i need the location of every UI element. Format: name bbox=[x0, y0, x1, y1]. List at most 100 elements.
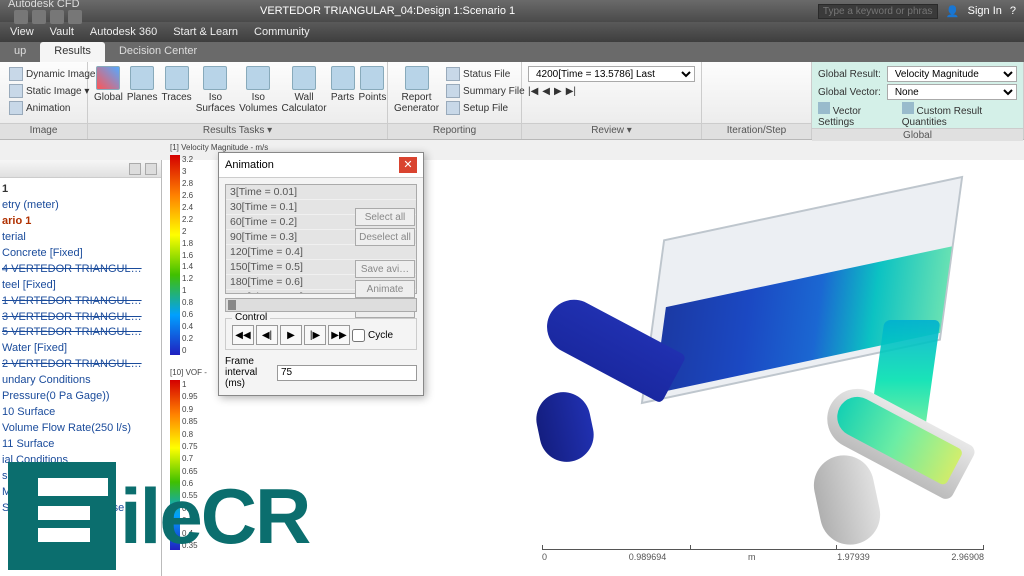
save-avi-button[interactable]: Save avi… bbox=[355, 260, 415, 278]
search-input[interactable] bbox=[818, 4, 938, 19]
animate-button[interactable]: Animate bbox=[355, 280, 415, 298]
quick-access-toolbar bbox=[14, 10, 260, 24]
watermark-logo bbox=[8, 462, 116, 570]
panel-label-review[interactable]: Review ▾ bbox=[522, 123, 701, 139]
control-group-label: Control bbox=[232, 312, 270, 323]
tree-design[interactable]: 1 bbox=[2, 182, 159, 198]
tree-item[interactable]: 4 VERTEDOR TRIANGUL… bbox=[2, 262, 159, 278]
play-button[interactable]: ▶ bbox=[280, 325, 302, 345]
tree-item[interactable]: 10 Surface bbox=[2, 405, 159, 421]
dynamic-image-btn[interactable]: Dynamic Image bbox=[6, 66, 98, 82]
tree-item[interactable]: 2 VERTEDOR TRIANGUL… bbox=[2, 357, 159, 373]
file-icon bbox=[446, 67, 460, 81]
menu-vault[interactable]: Vault bbox=[50, 26, 74, 38]
frame-interval-label: Frame interval (ms) bbox=[225, 356, 273, 389]
user-icon[interactable]: 👤 bbox=[946, 5, 960, 18]
vector-settings-btn[interactable]: Vector Settings bbox=[818, 102, 892, 128]
watermark: ileCR bbox=[8, 462, 309, 570]
panel-label-global: Global bbox=[812, 128, 1023, 141]
tree-geometry[interactable]: etry (meter) bbox=[2, 198, 159, 214]
panel-toolbar bbox=[0, 160, 161, 178]
global-vector-select[interactable]: None bbox=[887, 84, 1017, 100]
frame-interval-input[interactable] bbox=[277, 365, 417, 381]
timestep-select[interactable]: 4200[Time = 13.5786] Last bbox=[528, 66, 695, 82]
menu-community[interactable]: Community bbox=[254, 26, 310, 38]
close-icon[interactable] bbox=[145, 163, 157, 175]
ribbon: Dynamic Image Static Image ▾ Animation I… bbox=[0, 62, 1024, 140]
document-title: VERTEDOR TRIANGULAR_04:Design 1:Scenario… bbox=[260, 5, 818, 17]
image-icon bbox=[9, 67, 23, 81]
tree-item[interactable]: 3 VERTEDOR TRIANGUL… bbox=[2, 310, 159, 326]
summary-file-btn[interactable]: Summary File bbox=[443, 83, 528, 99]
step-fwd-button[interactable]: |▶ bbox=[304, 325, 326, 345]
fast-fwd-button[interactable]: ▶▶ bbox=[328, 325, 350, 345]
points-btn[interactable]: Points bbox=[359, 66, 387, 103]
pin-icon[interactable] bbox=[129, 163, 141, 175]
iso-surfaces-btn[interactable]: Iso Surfaces bbox=[196, 66, 235, 114]
tab-results[interactable]: Results bbox=[40, 42, 105, 62]
rewind-button[interactable]: ◀◀ bbox=[232, 325, 254, 345]
next-step-icon[interactable]: ▶ bbox=[554, 86, 562, 97]
panel-label-image: Image bbox=[0, 123, 87, 139]
global-result-select[interactable]: Velocity Magnitude bbox=[887, 66, 1017, 82]
app-name: Autodesk CFD bbox=[8, 0, 80, 10]
tree-item[interactable]: 1 VERTEDOR TRIANGUL… bbox=[2, 294, 159, 310]
tree-item[interactable]: 5 VERTEDOR TRIANGUL… bbox=[2, 325, 159, 341]
tree-item[interactable]: teel [Fixed] bbox=[2, 278, 159, 294]
tree-item[interactable]: Pressure(0 Pa Gage)) bbox=[2, 389, 159, 405]
first-step-icon[interactable]: |◀ bbox=[528, 86, 538, 97]
tree-item[interactable]: undary Conditions bbox=[2, 373, 159, 389]
prev-step-icon[interactable]: ◀ bbox=[542, 86, 550, 97]
cycle-checkbox[interactable] bbox=[352, 329, 365, 342]
gear-icon bbox=[818, 102, 830, 114]
close-button[interactable]: ✕ bbox=[399, 157, 417, 173]
file-icon bbox=[446, 84, 460, 98]
menu-start-learn[interactable]: Start & Learn bbox=[173, 26, 238, 38]
title-bar: Autodesk CFD VERTEDOR TRIANGULAR_04:Desi… bbox=[0, 0, 1024, 22]
tree-item[interactable]: Concrete [Fixed] bbox=[2, 246, 159, 262]
tab-decision-center[interactable]: Decision Center bbox=[105, 42, 211, 62]
static-image-btn[interactable]: Static Image ▾ bbox=[6, 83, 98, 99]
select-all-button[interactable]: Select all bbox=[355, 208, 415, 226]
deselect-all-button[interactable]: Deselect all bbox=[355, 228, 415, 246]
dialog-title: Animation bbox=[225, 159, 274, 171]
film-icon bbox=[9, 101, 23, 115]
setup-file-btn[interactable]: Setup File bbox=[443, 100, 528, 116]
tree-scenario[interactable]: ario 1 bbox=[2, 214, 159, 230]
status-file-btn[interactable]: Status File bbox=[443, 66, 528, 82]
wall-calc-btn[interactable]: Wall Calculator bbox=[282, 66, 327, 114]
panel-label-results-tasks[interactable]: Results Tasks ▾ bbox=[88, 123, 387, 139]
global-result-label: Global Result: bbox=[818, 69, 881, 80]
legend-velocity: [1] Velocity Magnitude - m/s 3.232.82.62… bbox=[170, 155, 198, 355]
tree-item[interactable]: Water [Fixed] bbox=[2, 341, 159, 357]
tree-item[interactable]: terial bbox=[2, 230, 159, 246]
animation-btn[interactable]: Animation bbox=[6, 100, 98, 116]
ribbon-tabs: up Results Decision Center bbox=[0, 42, 1024, 62]
signin-link[interactable]: Sign In bbox=[968, 5, 1002, 17]
help-icon[interactable]: ? bbox=[1010, 5, 1016, 17]
iso-volumes-btn[interactable]: Iso Volumes bbox=[239, 66, 277, 114]
frame-slider[interactable] bbox=[225, 298, 417, 312]
image-icon bbox=[9, 84, 23, 98]
global-vector-label: Global Vector: bbox=[818, 87, 881, 98]
custom-quantities-btn[interactable]: Custom Result Quantities bbox=[902, 102, 1017, 128]
menu-view[interactable]: View bbox=[10, 26, 34, 38]
scale-bar: 0 0.989694 m 1.97939 2.96908 bbox=[542, 545, 984, 562]
planes-btn[interactable]: Planes bbox=[127, 66, 158, 103]
animation-dialog[interactable]: Animation ✕ 3[Time = 0.01]30[Time = 0.1]… bbox=[218, 152, 424, 396]
panel-label-reporting: Reporting bbox=[388, 123, 521, 139]
frame-item[interactable]: 3[Time = 0.01] bbox=[226, 185, 416, 200]
global-btn[interactable]: Global bbox=[94, 66, 123, 103]
last-step-icon[interactable]: ▶| bbox=[566, 86, 576, 97]
parts-btn[interactable]: Parts bbox=[331, 66, 355, 103]
tree-item[interactable]: 11 Surface bbox=[2, 437, 159, 453]
step-back-button[interactable]: ◀| bbox=[256, 325, 278, 345]
sigma-icon bbox=[902, 102, 914, 114]
menu-a360[interactable]: Autodesk 360 bbox=[90, 26, 157, 38]
tree-item[interactable]: Volume Flow Rate(250 l/s) bbox=[2, 421, 159, 437]
tab-setup[interactable]: up bbox=[0, 42, 40, 62]
report-generator-btn[interactable]: Report Generator bbox=[394, 66, 439, 114]
simulation-render bbox=[472, 170, 1024, 530]
file-icon bbox=[446, 101, 460, 115]
traces-btn[interactable]: Traces bbox=[161, 66, 191, 103]
